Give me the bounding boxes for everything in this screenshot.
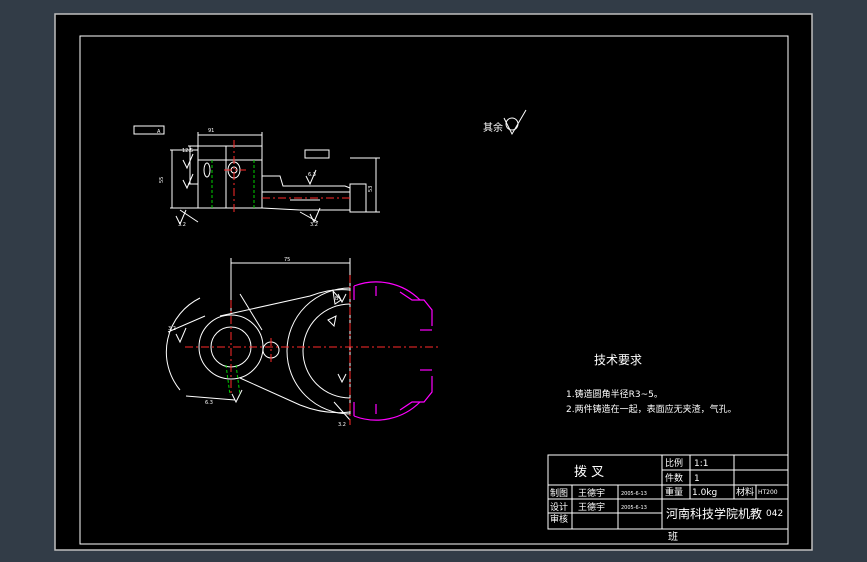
surface-note-text: 其余 bbox=[483, 121, 503, 134]
roughness-label-b: 3.2 bbox=[310, 222, 318, 228]
dim-left-height: 55 bbox=[159, 177, 165, 183]
roughness-label-d: 12.5 bbox=[182, 148, 193, 154]
drawn-label: 制图 bbox=[550, 487, 568, 499]
weight-label: 重量 bbox=[665, 486, 683, 498]
designed-label: 设计 bbox=[550, 501, 568, 513]
school-name: 河南科技学院机教 bbox=[666, 506, 762, 521]
datum-b: B bbox=[335, 296, 339, 302]
qty-label: 件数 bbox=[665, 472, 683, 484]
dim-right-height: 53 bbox=[368, 186, 374, 192]
tech-req-item-2: 2.两件铸造在一起，表面应无夹渣，气孔。 bbox=[566, 403, 737, 415]
roughness-label-g: 3.2 bbox=[338, 422, 346, 428]
class-number: 042 bbox=[766, 509, 783, 519]
tech-req-title: 技术要求 bbox=[594, 353, 642, 367]
dim-front-length: 75 bbox=[284, 257, 290, 263]
roughness-label-c: 6.3 bbox=[308, 172, 316, 178]
scale-value: 1:1 bbox=[694, 459, 708, 469]
designed-name: 王德宇 bbox=[578, 501, 605, 513]
part-name: 拨 叉 bbox=[574, 465, 604, 480]
weight-value: 1.0kg bbox=[692, 488, 717, 498]
roughness-label-f: 6.3 bbox=[205, 400, 213, 406]
checked-label: 审核 bbox=[550, 513, 568, 525]
drawn-date: 2005-6-13 bbox=[621, 491, 647, 497]
material-value: HT200 bbox=[758, 489, 778, 496]
class-suffix: 班 bbox=[668, 531, 678, 543]
drawn-name: 王德宇 bbox=[578, 487, 605, 499]
material-label: 材料 bbox=[736, 486, 754, 498]
roughness-label-e: 3.2 bbox=[168, 326, 176, 332]
designed-date: 2005-6-13 bbox=[621, 505, 647, 511]
tech-req-item-1: 1.铸造圆角半径R3~5。 bbox=[566, 388, 663, 400]
qty-value: 1 bbox=[694, 474, 700, 484]
datum-a: A bbox=[157, 129, 161, 135]
scale-label: 比例 bbox=[665, 457, 683, 469]
roughness-label-a: 3.2 bbox=[178, 222, 186, 228]
dim-top-width: 91 bbox=[208, 128, 214, 134]
cad-drawing: 91 55 53 3.2 3.2 6.3 12.5 A 75 3.2 6.3 3… bbox=[54, 13, 813, 551]
